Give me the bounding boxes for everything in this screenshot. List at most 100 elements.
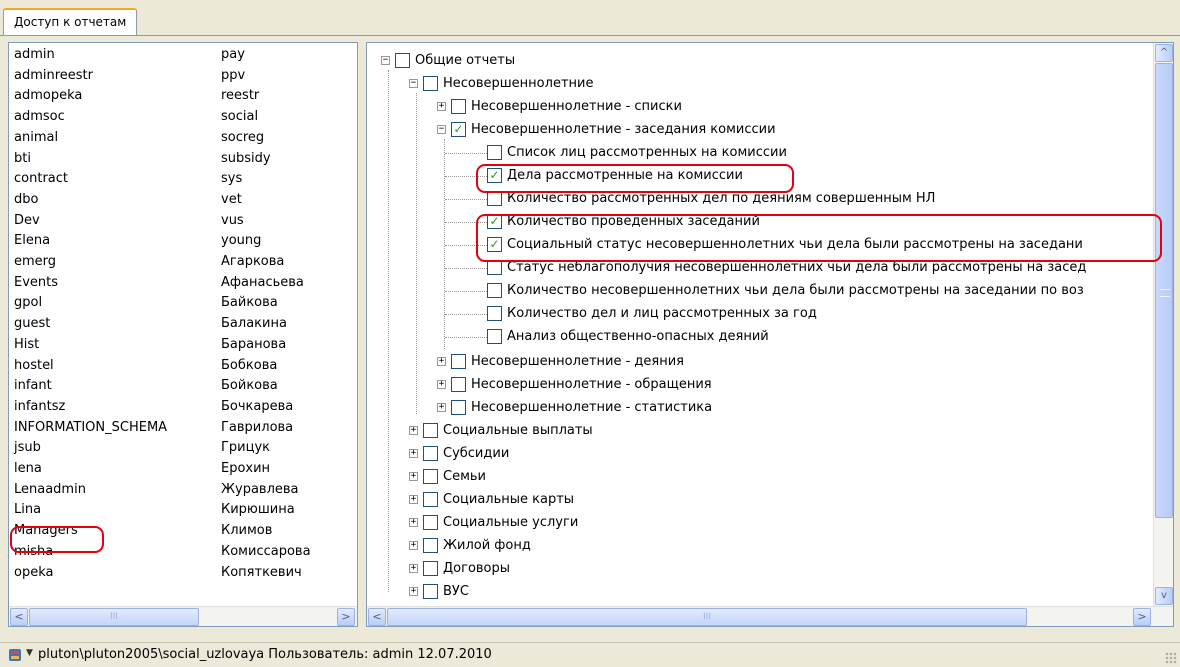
user-item[interactable]: Бобкова <box>217 356 277 376</box>
user-item[interactable]: socreg <box>217 128 264 148</box>
checkbox[interactable] <box>395 53 410 68</box>
checkbox[interactable] <box>423 446 438 461</box>
scroll-thumb[interactable]: III <box>29 608 199 626</box>
user-item[interactable]: subsidy <box>217 149 271 169</box>
user-item[interactable]: Бочкарева <box>217 397 293 417</box>
user-item[interactable]: vus <box>217 211 244 231</box>
user-item[interactable]: Журавлева <box>217 480 299 500</box>
database-icon[interactable] <box>8 648 22 662</box>
resize-grip-icon[interactable] <box>1165 652 1177 664</box>
user-item[interactable]: young <box>217 231 261 251</box>
user-item[interactable]: opeka <box>10 563 53 583</box>
checkbox[interactable] <box>487 260 502 275</box>
user-item[interactable]: guest <box>10 314 50 334</box>
user-item[interactable]: contract <box>10 169 68 189</box>
user-item[interactable]: INFORMATION_SCHEMA <box>10 418 167 438</box>
scroll-thumb[interactable]: III <box>387 608 1027 626</box>
checkbox[interactable] <box>451 99 466 114</box>
tree-horizontal-scrollbar[interactable]: < III > <box>367 606 1173 626</box>
scroll-right-button[interactable]: > <box>1133 608 1151 626</box>
user-item[interactable]: Hist <box>10 335 39 355</box>
expand-icon[interactable]: + <box>409 541 418 550</box>
checkbox[interactable] <box>423 584 438 599</box>
user-item[interactable]: admsoc <box>10 107 65 127</box>
collapse-icon[interactable]: − <box>437 125 446 134</box>
checkbox[interactable] <box>423 76 438 91</box>
scroll-left-button[interactable]: < <box>10 608 28 626</box>
expand-icon[interactable]: + <box>437 102 446 111</box>
checkbox[interactable] <box>423 515 438 530</box>
user-item[interactable]: infantsz <box>10 397 65 417</box>
checkbox[interactable] <box>423 538 438 553</box>
user-item[interactable]: Lenaadmin <box>10 480 86 500</box>
user-item[interactable]: gpol <box>10 293 42 313</box>
expand-icon[interactable]: + <box>409 426 418 435</box>
dropdown-arrow-icon[interactable]: ▼ <box>26 648 33 658</box>
expand-icon[interactable]: + <box>409 518 418 527</box>
user-item[interactable]: Кирюшина <box>217 500 295 520</box>
tab-report-access[interactable]: Доступ к отчетам <box>3 8 138 36</box>
scroll-right-button[interactable]: > <box>337 608 355 626</box>
user-item[interactable]: lena <box>10 459 42 479</box>
checkbox[interactable] <box>487 191 502 206</box>
scroll-up-button[interactable]: ^ <box>1155 44 1173 62</box>
checkbox[interactable] <box>423 423 438 438</box>
checkbox[interactable] <box>423 492 438 507</box>
expand-icon[interactable]: + <box>409 587 418 596</box>
user-item[interactable]: vet <box>217 190 242 210</box>
checkbox[interactable] <box>423 469 438 484</box>
expand-icon[interactable]: + <box>437 380 446 389</box>
checkbox[interactable] <box>451 377 466 392</box>
user-item[interactable]: Dev <box>10 211 40 231</box>
checkbox[interactable] <box>487 283 502 298</box>
scroll-down-button[interactable]: v <box>1155 587 1173 605</box>
user-item[interactable]: admin <box>10 45 55 65</box>
user-item[interactable]: Агаркова <box>217 252 284 272</box>
expand-icon[interactable]: + <box>437 357 446 366</box>
scroll-left-button[interactable]: < <box>368 608 386 626</box>
user-item[interactable]: hostel <box>10 356 54 376</box>
expand-icon[interactable]: + <box>437 403 446 412</box>
collapse-icon[interactable]: − <box>409 79 418 88</box>
user-item[interactable]: admopeka <box>10 86 82 106</box>
user-item[interactable]: Lina <box>10 500 41 520</box>
user-item[interactable]: bti <box>10 149 31 169</box>
user-item[interactable]: Elena <box>10 231 50 251</box>
user-item[interactable]: Events <box>10 273 58 293</box>
user-item[interactable]: Комиссарова <box>217 542 311 562</box>
checkbox[interactable] <box>487 306 502 321</box>
user-item[interactable]: Балакина <box>217 314 287 334</box>
user-item[interactable]: adminreestr <box>10 66 93 86</box>
checkbox[interactable] <box>451 400 466 415</box>
user-item[interactable]: jsub <box>10 438 41 458</box>
user-item[interactable]: pay <box>217 45 245 65</box>
user-item[interactable]: Ерохин <box>217 459 270 479</box>
checkbox[interactable] <box>451 354 466 369</box>
checkbox[interactable] <box>487 145 502 160</box>
expand-icon[interactable]: + <box>409 472 418 481</box>
user-item[interactable]: Афанасьева <box>217 273 304 293</box>
user-item[interactable]: Грицук <box>217 438 270 458</box>
user-item[interactable]: animal <box>10 128 58 148</box>
user-item[interactable]: infant <box>10 376 52 396</box>
user-item[interactable]: Бойкова <box>217 376 278 396</box>
tree-vertical-scrollbar[interactable]: ^ v <box>1153 43 1173 608</box>
checkbox-checked[interactable]: ✓ <box>451 122 466 137</box>
scroll-thumb[interactable] <box>1155 63 1173 518</box>
user-item[interactable]: ppv <box>217 66 245 86</box>
user-item[interactable]: sys <box>217 169 242 189</box>
user-item[interactable]: Климов <box>217 521 272 541</box>
checkbox[interactable] <box>487 329 502 344</box>
checkbox[interactable] <box>423 561 438 576</box>
user-item[interactable]: reestr <box>217 86 259 106</box>
user-item[interactable]: dbo <box>10 190 38 210</box>
expand-icon[interactable]: + <box>409 564 418 573</box>
user-item[interactable]: Копяткевич <box>217 563 302 583</box>
user-item[interactable]: Байкова <box>217 293 278 313</box>
expand-icon[interactable]: + <box>409 449 418 458</box>
expand-icon[interactable]: + <box>409 495 418 504</box>
collapse-icon[interactable]: − <box>381 56 390 65</box>
user-item[interactable]: emerg <box>10 252 56 272</box>
user-item[interactable]: Гаврилова <box>217 418 293 438</box>
user-item[interactable]: Баранова <box>217 335 286 355</box>
